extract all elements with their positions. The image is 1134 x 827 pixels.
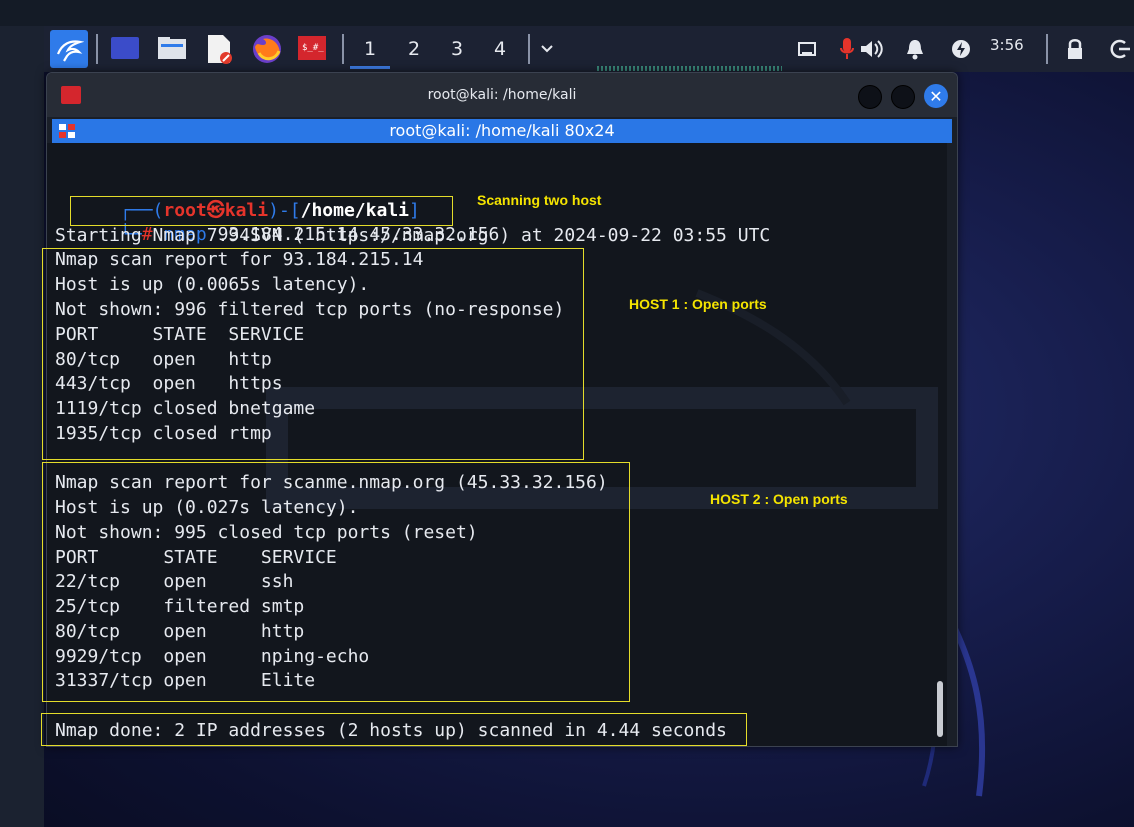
tab-title: root@kali: /home/kali 80x24	[389, 121, 615, 140]
annotation-scan: Scanning two host	[477, 192, 602, 208]
lock-icon[interactable]	[1064, 37, 1086, 61]
file-manager-icon[interactable]	[156, 35, 188, 61]
workspace-4[interactable]: 4	[480, 32, 520, 66]
workspace-3[interactable]: 3	[437, 32, 477, 66]
minimize-button[interactable]	[858, 85, 882, 109]
left-edge	[0, 26, 44, 827]
power-icon[interactable]	[950, 38, 972, 60]
notification-bell-icon[interactable]	[904, 37, 926, 61]
command-highlight-box	[70, 196, 453, 226]
host1-highlight-box	[42, 248, 584, 460]
workspace-2[interactable]: 2	[394, 32, 434, 66]
panel-separator	[528, 34, 530, 64]
panel-separator	[1046, 34, 1048, 64]
top-panel: $_#_ 1 2 3 4 3:56	[44, 26, 1134, 72]
summary-highlight-box	[41, 713, 747, 746]
chevron-down-icon[interactable]	[538, 40, 556, 58]
terminal-tab[interactable]: root@kali: /home/kali 80x24	[52, 119, 952, 143]
host2-highlight-box	[42, 462, 630, 702]
window-title: root@kali: /home/kali	[427, 87, 577, 103]
cpu-graph	[597, 66, 782, 71]
annotation-host2: HOST 2 : Open ports	[710, 491, 848, 507]
close-button[interactable]: ✕	[924, 84, 948, 108]
terminal-launcher-icon[interactable]: $_#_	[296, 34, 328, 62]
show-desktop-icon[interactable]	[110, 35, 140, 61]
workspace-1[interactable]: 1	[350, 32, 390, 69]
logout-icon[interactable]	[1108, 37, 1132, 61]
microphone-icon[interactable]	[838, 36, 856, 62]
top-strip	[0, 0, 1134, 27]
panel-clock[interactable]: 3:56	[990, 36, 1024, 54]
maximize-button[interactable]	[891, 85, 915, 109]
volume-icon[interactable]	[858, 37, 886, 61]
screen-icon[interactable]	[796, 39, 818, 59]
annotation-host1: HOST 1 : Open ports	[629, 296, 767, 312]
text-editor-icon[interactable]	[204, 33, 234, 65]
panel-separator	[342, 34, 344, 64]
panel-separator	[96, 34, 98, 64]
scrollbar[interactable]	[937, 681, 943, 737]
svg-text:$_#_: $_#_	[302, 43, 324, 53]
kali-menu-icon[interactable]	[50, 30, 88, 68]
firefox-icon[interactable]	[250, 32, 284, 66]
window-titlebar[interactable]: root@kali: /home/kali ✕	[47, 73, 957, 117]
output-line: Starting Nmap 7.94SVN ( https://nmap.org…	[55, 225, 771, 246]
